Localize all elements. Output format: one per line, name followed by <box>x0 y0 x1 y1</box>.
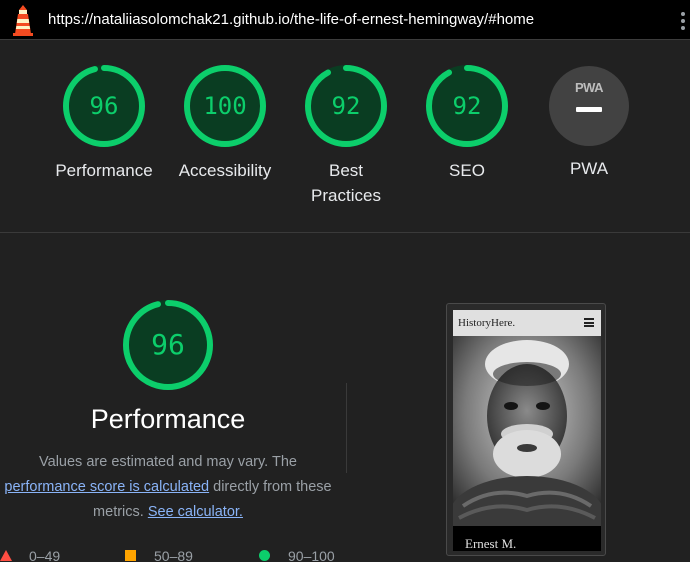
url-bar: https://nataliiasolomchak21.github.io/th… <box>0 0 690 40</box>
legend-range: 50–89 <box>154 548 193 562</box>
triangle-icon <box>0 550 12 561</box>
gauge-label: Performance <box>55 161 153 180</box>
score-value: 100 <box>203 92 247 120</box>
gauge-label: Accessibility <box>178 161 272 180</box>
divider <box>346 383 347 473</box>
gauge-label: PWA <box>569 159 609 178</box>
gauge-best-practices[interactable]: 92 Best Practices <box>286 64 406 208</box>
performance-description: Values are estimated and may vary. The p… <box>0 450 338 525</box>
see-calculator-link[interactable]: See calculator. <box>148 504 243 520</box>
square-icon <box>125 550 136 561</box>
legend-range: 90–100 <box>288 548 335 562</box>
final-screenshot[interactable]: HistoryHere. Ernest M. <box>446 303 606 556</box>
lighthouse-icon <box>13 5 33 36</box>
screenshot-screen: HistoryHere. Ernest M. <box>453 310 601 551</box>
hamburger-menu-icon <box>584 318 594 327</box>
gauge-label: SEO <box>449 161 485 180</box>
pwa-dash-icon <box>576 107 602 112</box>
gauge-seo[interactable]: 92 SEO <box>407 64 527 183</box>
site-brand: HistoryHere. <box>458 317 516 329</box>
pwa-badge-icon: PWA <box>549 66 629 146</box>
circle-icon <box>259 550 270 561</box>
gauge-label: Best Practices <box>311 161 381 205</box>
page-url[interactable]: https://nataliiasolomchak21.github.io/th… <box>48 11 534 28</box>
site-header: HistoryHere. <box>453 310 601 336</box>
kebab-menu-icon[interactable] <box>679 12 687 32</box>
gauge-performance[interactable]: 96 Performance <box>44 64 164 183</box>
hemingway-portrait-image <box>453 336 601 526</box>
performance-gauge: 96 <box>122 299 214 391</box>
performance-score-link[interactable]: performance score is calculated <box>4 479 209 495</box>
gauge-pwa[interactable]: PWA PWA <box>529 64 649 181</box>
legend-range: 0–49 <box>29 548 61 562</box>
gauge-accessibility[interactable]: 100 Accessibility <box>165 64 285 183</box>
score-value: 92 <box>331 92 361 120</box>
scores-summary: 96 Performance 100 Accessibility 92 Best… <box>0 40 690 233</box>
pwa-badge-text: PWA <box>574 80 604 95</box>
performance-score: 96 <box>151 328 185 361</box>
score-value: 92 <box>452 92 482 120</box>
performance-title: Performance <box>90 404 246 434</box>
desc-text: Values are estimated and may vary. The <box>39 454 297 470</box>
score-value: 96 <box>89 92 119 120</box>
site-caption: Ernest M. <box>465 536 517 551</box>
